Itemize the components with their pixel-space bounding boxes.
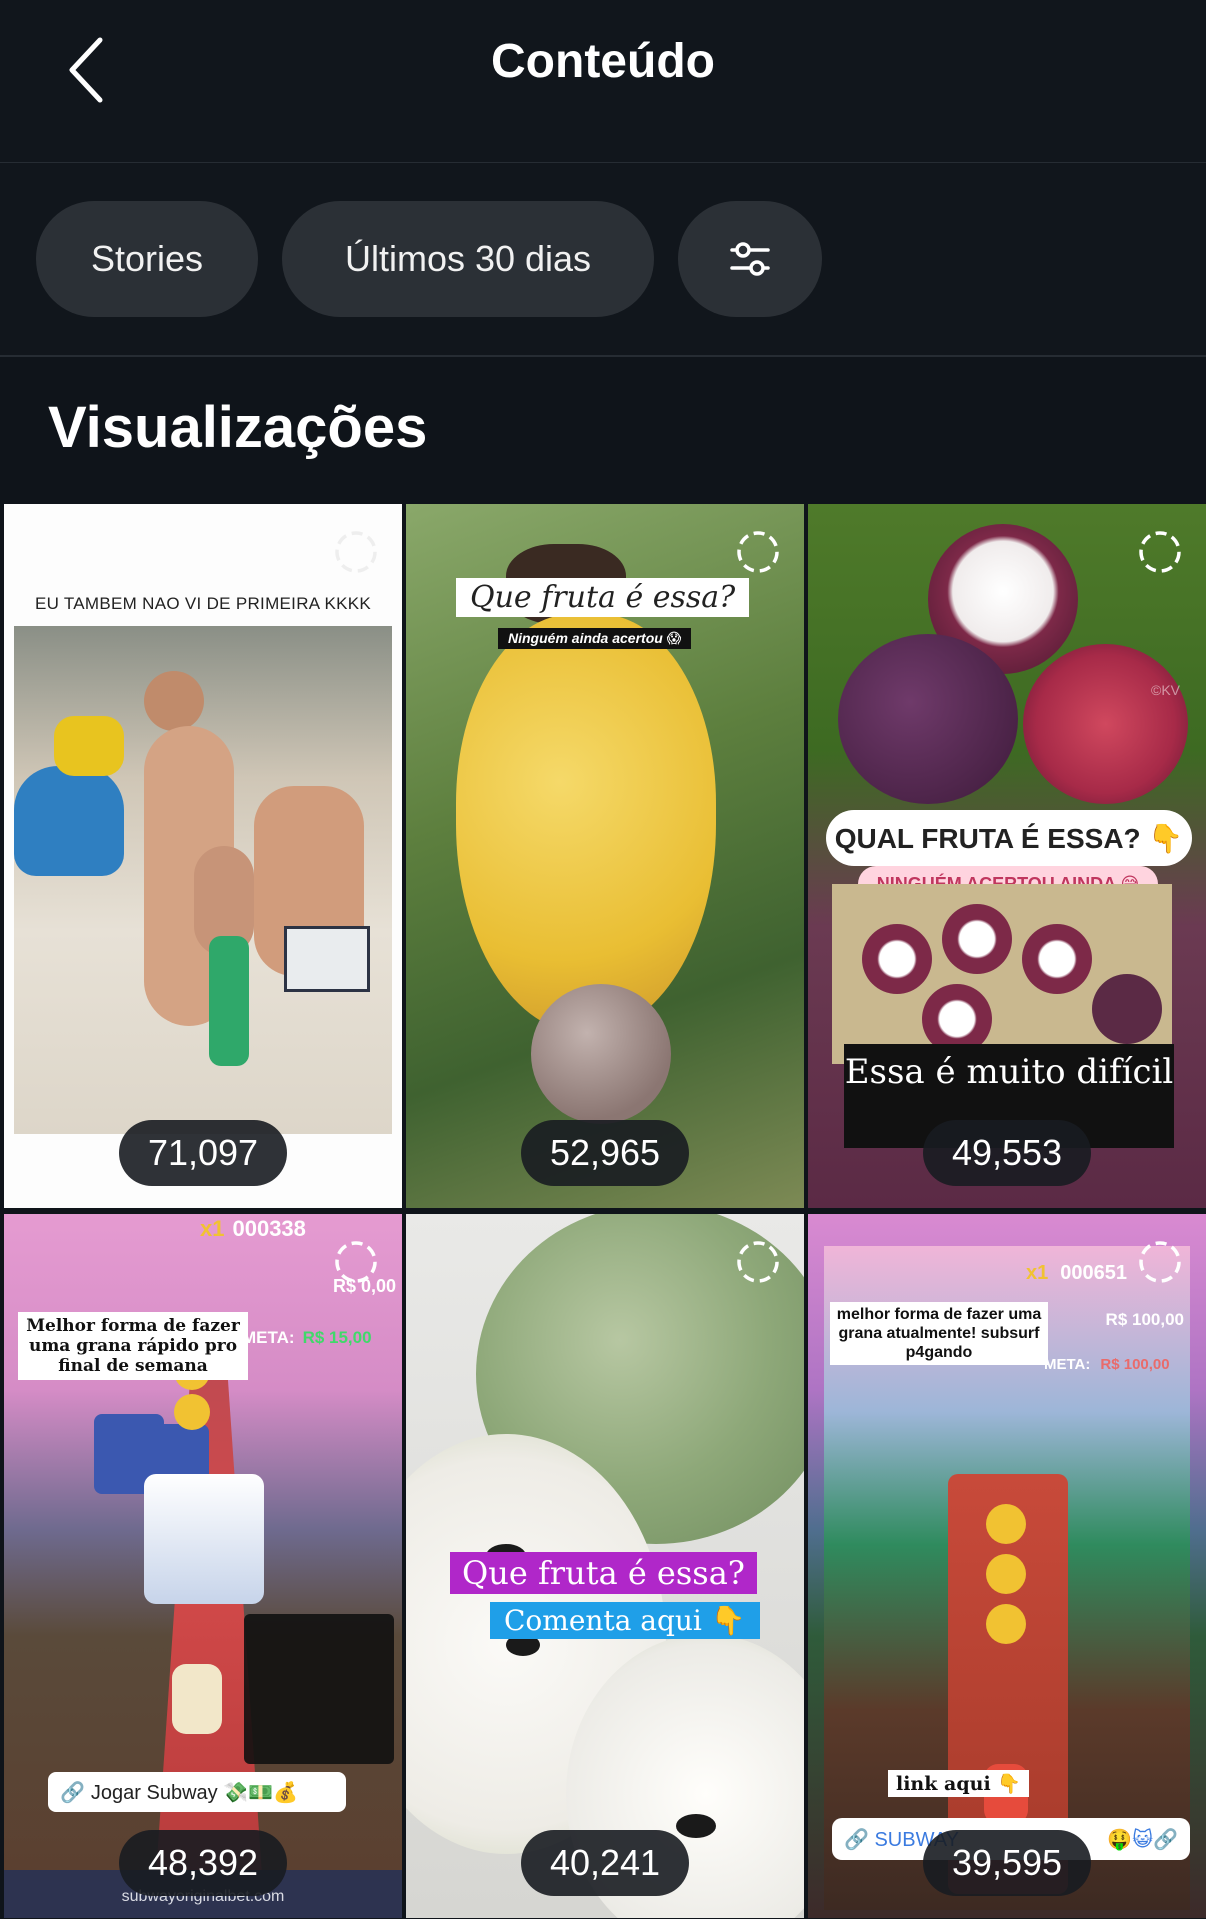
- goal-value: R$ 15,00: [302, 1328, 372, 1347]
- story-tile[interactable]: Que fruta é essa? Comenta aqui 👇 40,241: [406, 1214, 804, 1918]
- story-caption: Que fruta é essa?: [450, 1552, 757, 1594]
- section-title: Visualizações: [48, 395, 428, 460]
- goal-label: META:: [1044, 1356, 1091, 1373]
- link-emoji: 🤑😺🔗: [1107, 1828, 1178, 1851]
- view-count: 49,553: [923, 1120, 1091, 1186]
- period-filter[interactable]: Últimos 30 dias: [282, 201, 654, 317]
- story-caption: QUAL FRUTA É ESSA? 👇: [826, 810, 1192, 866]
- loading-icon: [335, 531, 377, 573]
- view-count: 71,097: [119, 1120, 287, 1186]
- content-type-filter[interactable]: Stories: [36, 201, 258, 317]
- page-title: Conteúdo: [491, 35, 715, 88]
- story-caption: EU TAMBEM NAO VI DE PRIMEIRA KKKK: [34, 594, 372, 613]
- link-hint: link aqui 👇: [888, 1770, 1029, 1797]
- story-subcaption: Comenta aqui 👇: [490, 1602, 760, 1639]
- filter-bar: Stories Últimos 30 dias: [0, 163, 1206, 357]
- loading-icon: [737, 531, 779, 573]
- story-tile[interactable]: Que fruta é essa? Ninguém ainda acertou …: [406, 504, 804, 1208]
- watermark: ©KV: [1151, 682, 1180, 698]
- filter-settings-button[interactable]: [678, 201, 822, 317]
- story-caption: Que fruta é essa?: [456, 578, 750, 617]
- story-photo: [14, 626, 392, 1134]
- goal-value: R$ 100,00: [1100, 1356, 1170, 1373]
- view-count: 48,392: [119, 1830, 287, 1896]
- score-multiplier: x1: [200, 1216, 225, 1241]
- score-multiplier: x1: [1026, 1262, 1049, 1284]
- view-count: 40,241: [521, 1830, 689, 1896]
- view-count: 52,965: [521, 1120, 689, 1186]
- top-bar: Conteúdo: [0, 0, 1206, 163]
- loading-icon: [1139, 1241, 1181, 1283]
- view-count: 39,595: [923, 1830, 1091, 1896]
- story-caption: Melhor forma de fazer uma grana rápido p…: [18, 1312, 248, 1380]
- score-value: 000338: [232, 1216, 306, 1241]
- sliders-icon: [730, 242, 770, 276]
- story-tile[interactable]: x1 000651 R$ 100,00 melhor forma de faze…: [808, 1214, 1206, 1918]
- story-subcaption: Ninguém ainda acertou 😱: [498, 628, 692, 649]
- goal-label: META:: [242, 1328, 295, 1347]
- score-value: 000651: [1060, 1262, 1127, 1284]
- money-value: R$ 100,00: [1105, 1310, 1184, 1329]
- loading-icon: [335, 1241, 377, 1283]
- link-icon: 🔗: [60, 1781, 85, 1804]
- story-tile[interactable]: x1 000338 R$ 0,00 Melhor forma de fazer …: [4, 1214, 402, 1918]
- loading-icon: [1139, 531, 1181, 573]
- play-link-button[interactable]: 🔗 Jogar Subway 💸💵💰: [48, 1772, 346, 1812]
- story-tile[interactable]: ©KV QUAL FRUTA É ESSA? 👇 NINGUÉM ACERTOU…: [808, 504, 1206, 1208]
- story-caption: melhor forma de fazer uma grana atualmen…: [830, 1302, 1048, 1365]
- loading-icon: [737, 1241, 779, 1283]
- play-link-label: Jogar Subway 💸💵💰: [90, 1781, 298, 1804]
- story-tile[interactable]: EU TAMBEM NAO VI DE PRIMEIRA KKKK 71,097: [4, 504, 402, 1208]
- link-icon: 🔗: [844, 1828, 875, 1851]
